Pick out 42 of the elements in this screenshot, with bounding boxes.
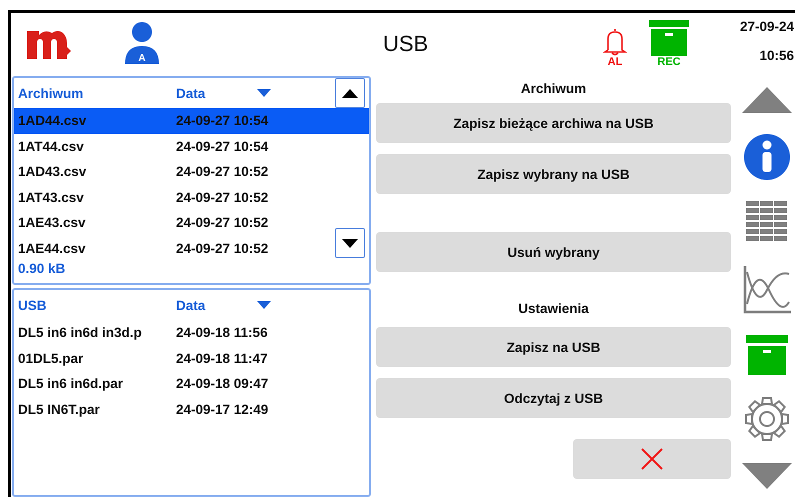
sort-caret-icon[interactable]	[257, 89, 272, 97]
file-row[interactable]: DL5 in6 in6d in3d.p 24-09-18 11:56	[14, 320, 369, 346]
action-button[interactable]: Zapisz wybrany na USB	[376, 154, 731, 194]
date-text: 27-09-24	[740, 19, 794, 34]
up-arrow-icon[interactable]	[742, 87, 792, 113]
column-header: Data	[176, 298, 206, 312]
screen-title: USB	[383, 31, 430, 57]
up-triangle-icon	[342, 88, 358, 98]
archive-box-icon	[649, 20, 689, 56]
chart-icon[interactable]	[743, 264, 791, 314]
column-header: USB	[18, 298, 48, 312]
scroll-down-button[interactable]	[335, 228, 365, 258]
scroll-up-button[interactable]	[335, 78, 365, 108]
table-icon[interactable]	[746, 201, 788, 243]
file-row[interactable]: 1AT44.csv 24-09-27 10:54	[14, 134, 369, 159]
action-button[interactable]: Odczytaj z USB	[376, 378, 731, 418]
column-header: Archiwum	[18, 86, 84, 100]
action-button[interactable]: Zapisz bieżące archiwa na USB	[376, 103, 731, 143]
file-row[interactable]: 1AD43.csv 24-09-27 10:52	[14, 159, 369, 184]
file-row[interactable]: 1AE43.csv 24-09-27 10:52	[14, 210, 369, 236]
time-text: 10:56	[759, 48, 794, 63]
down-arrow-icon[interactable]	[742, 463, 792, 489]
file-row[interactable]: DL5 in6 in6d.par 24-09-18 09:47	[14, 371, 369, 396]
section-heading: Archiwum	[520, 80, 586, 98]
sort-caret-icon[interactable]	[257, 301, 272, 309]
file-size: 0.90 kB	[17, 261, 66, 276]
file-row[interactable]: DL5 IN6T.par 24-09-17 12:49	[14, 396, 369, 422]
archive-box-icon[interactable]	[746, 335, 788, 375]
recording-label: REC	[657, 56, 681, 68]
close-icon	[640, 447, 664, 471]
file-row[interactable]: 1AT43.csv 24-09-27 10:52	[14, 184, 369, 210]
info-icon[interactable]	[744, 134, 790, 180]
bell-icon	[603, 28, 627, 56]
delete-button[interactable]: Usuń wybrany	[376, 232, 731, 272]
alarm-label: AL	[608, 56, 622, 68]
file-row[interactable]: 1AE44.csv 24-09-27 10:52	[14, 236, 369, 261]
file-row[interactable]: 01DL5.par 24-09-18 11:47	[14, 346, 369, 371]
settings-icon[interactable]	[744, 396, 790, 442]
down-triangle-icon	[342, 238, 358, 248]
action-button[interactable]: Zapisz na USB	[376, 327, 731, 367]
section-heading: Ustawienia	[518, 300, 589, 318]
column-header: Data	[176, 86, 206, 100]
